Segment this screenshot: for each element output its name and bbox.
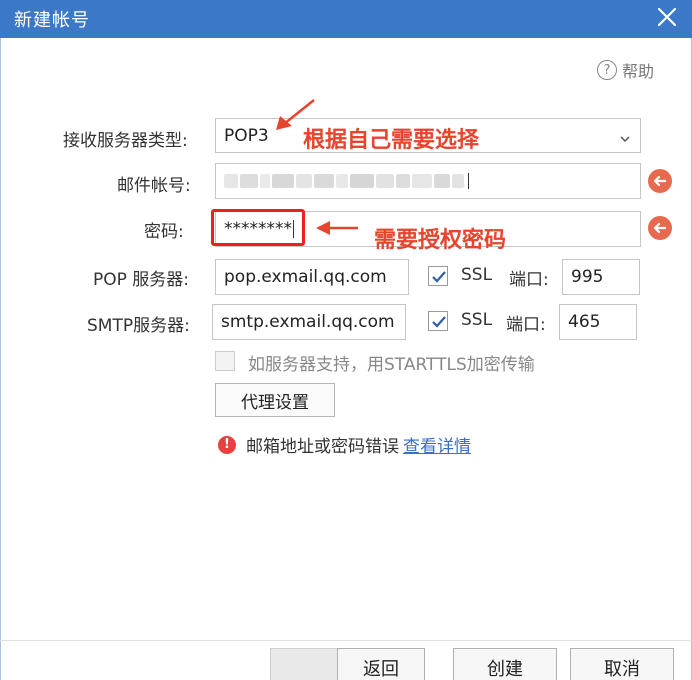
back-button[interactable]: 返回 bbox=[337, 648, 425, 680]
pop-server-label: POP 服务器: bbox=[93, 270, 190, 290]
blurred-account-text bbox=[224, 174, 466, 188]
smtp-port-label: 端口: bbox=[506, 315, 546, 335]
help-link[interactable]: ? 帮助 bbox=[597, 58, 654, 82]
proxy-settings-button[interactable]: 代理设置 bbox=[215, 383, 335, 417]
help-label: 帮助 bbox=[622, 62, 655, 81]
server-type-label: 接收服务器类型: bbox=[63, 131, 188, 151]
pop-server-input[interactable]: pop.exmail.qq.com bbox=[215, 259, 409, 295]
dialog-title: 新建帐号 bbox=[14, 10, 90, 31]
password-hint-annotation: 需要授权密码 bbox=[374, 228, 507, 253]
pop-ssl-label: SSL bbox=[461, 265, 493, 285]
view-details-link[interactable]: 查看详情 bbox=[403, 432, 471, 457]
chevron-down-icon bbox=[620, 129, 630, 143]
pop-port-input[interactable]: 995 bbox=[562, 259, 640, 295]
smtp-port-value: 465 bbox=[568, 312, 601, 332]
annotation-arrow-icon bbox=[316, 221, 358, 235]
pop-port-label: 端口: bbox=[509, 270, 549, 290]
smtp-server-value: smtp.exmail.qq.com bbox=[221, 312, 395, 332]
dialog-titlebar: 新建帐号 bbox=[0, 0, 692, 38]
account-label: 邮件帐号: bbox=[117, 176, 191, 196]
annotation-arrow-icon bbox=[276, 99, 315, 130]
select-hint-annotation: 根据自己需要选择 bbox=[303, 128, 480, 153]
clear-password-button[interactable] bbox=[648, 216, 672, 240]
checkmark-icon bbox=[432, 316, 446, 328]
pop-port-value: 995 bbox=[571, 267, 604, 287]
footer-button-shadow bbox=[270, 648, 340, 680]
error-text: 邮箱地址或密码错误 bbox=[246, 437, 399, 457]
text-cursor bbox=[468, 173, 469, 189]
create-button[interactable]: 创建 bbox=[453, 648, 557, 680]
pop-ssl-checkbox[interactable] bbox=[428, 266, 448, 286]
smtp-ssl-label: SSL bbox=[461, 310, 493, 330]
checkmark-icon bbox=[432, 271, 446, 283]
cancel-button[interactable]: 取消 bbox=[570, 648, 674, 680]
starttls-label: 如服务器支持，用STARTTLS加密传输 bbox=[248, 355, 535, 375]
smtp-server-input[interactable]: smtp.exmail.qq.com bbox=[212, 304, 406, 340]
error-icon: ! bbox=[218, 435, 236, 454]
smtp-server-label: SMTP服务器: bbox=[87, 316, 190, 336]
account-field[interactable] bbox=[215, 163, 641, 199]
server-type-value: POP3 bbox=[224, 125, 269, 146]
smtp-ssl-checkbox[interactable] bbox=[428, 311, 448, 331]
footer-divider bbox=[0, 640, 692, 641]
starttls-checkbox[interactable] bbox=[215, 351, 235, 371]
pop-server-value: pop.exmail.qq.com bbox=[224, 267, 387, 287]
close-icon[interactable] bbox=[656, 6, 678, 28]
help-icon: ? bbox=[597, 60, 617, 80]
arrow-left-icon bbox=[653, 175, 667, 187]
password-highlight-box bbox=[211, 209, 305, 246]
password-label: 密码: bbox=[144, 222, 184, 242]
clear-account-button[interactable] bbox=[648, 169, 672, 193]
arrow-left-icon bbox=[653, 222, 667, 234]
smtp-port-input[interactable]: 465 bbox=[559, 304, 637, 340]
error-message: ! 邮箱地址或密码错误 查看详情 bbox=[218, 432, 471, 457]
